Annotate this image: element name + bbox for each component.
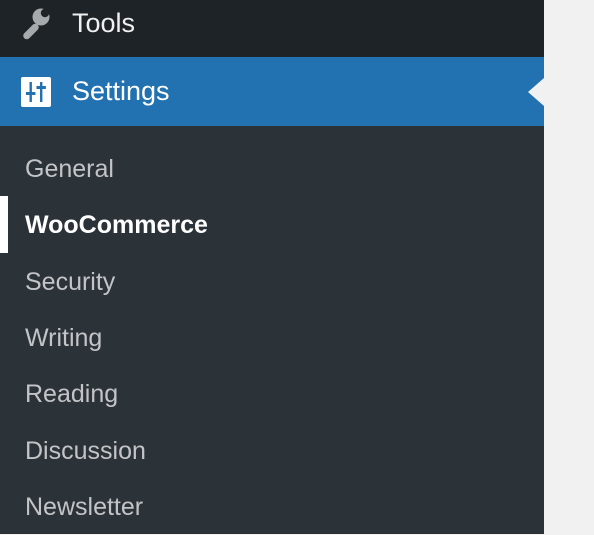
submenu-item-writing[interactable]: Writing — [0, 310, 544, 366]
menu-label-settings: Settings — [72, 76, 170, 106]
settings-submenu: General WooCommerce Security Writing Rea… — [0, 126, 544, 534]
submenu-item-general[interactable]: General — [0, 141, 544, 197]
current-item-indicator — [0, 196, 8, 253]
submenu-item-discussion[interactable]: Discussion — [0, 423, 544, 479]
menu-item-tools[interactable]: Tools — [0, 0, 544, 57]
menu-item-settings[interactable]: Settings — [0, 57, 544, 126]
submenu-label-discussion: Discussion — [25, 437, 146, 465]
wrench-icon — [18, 5, 54, 41]
submenu-label-woocommerce: WooCommerce — [25, 211, 208, 239]
current-menu-arrow — [528, 78, 544, 106]
submenu-item-reading[interactable]: Reading — [0, 366, 544, 422]
settings-sliders-icon — [18, 74, 54, 110]
submenu-item-newsletter[interactable]: Newsletter — [0, 479, 544, 535]
menu-label-tools: Tools — [72, 8, 136, 38]
submenu-item-security[interactable]: Security — [0, 254, 544, 310]
submenu-label-newsletter: Newsletter — [25, 493, 144, 521]
submenu-label-reading: Reading — [25, 380, 119, 408]
submenu-label-security: Security — [25, 268, 116, 296]
submenu-item-woocommerce[interactable]: WooCommerce — [0, 197, 544, 253]
submenu-label-general: General — [25, 155, 114, 183]
submenu-label-writing: Writing — [25, 324, 103, 352]
admin-sidebar: Tools Settings General WooCommerce Secur… — [0, 0, 544, 534]
